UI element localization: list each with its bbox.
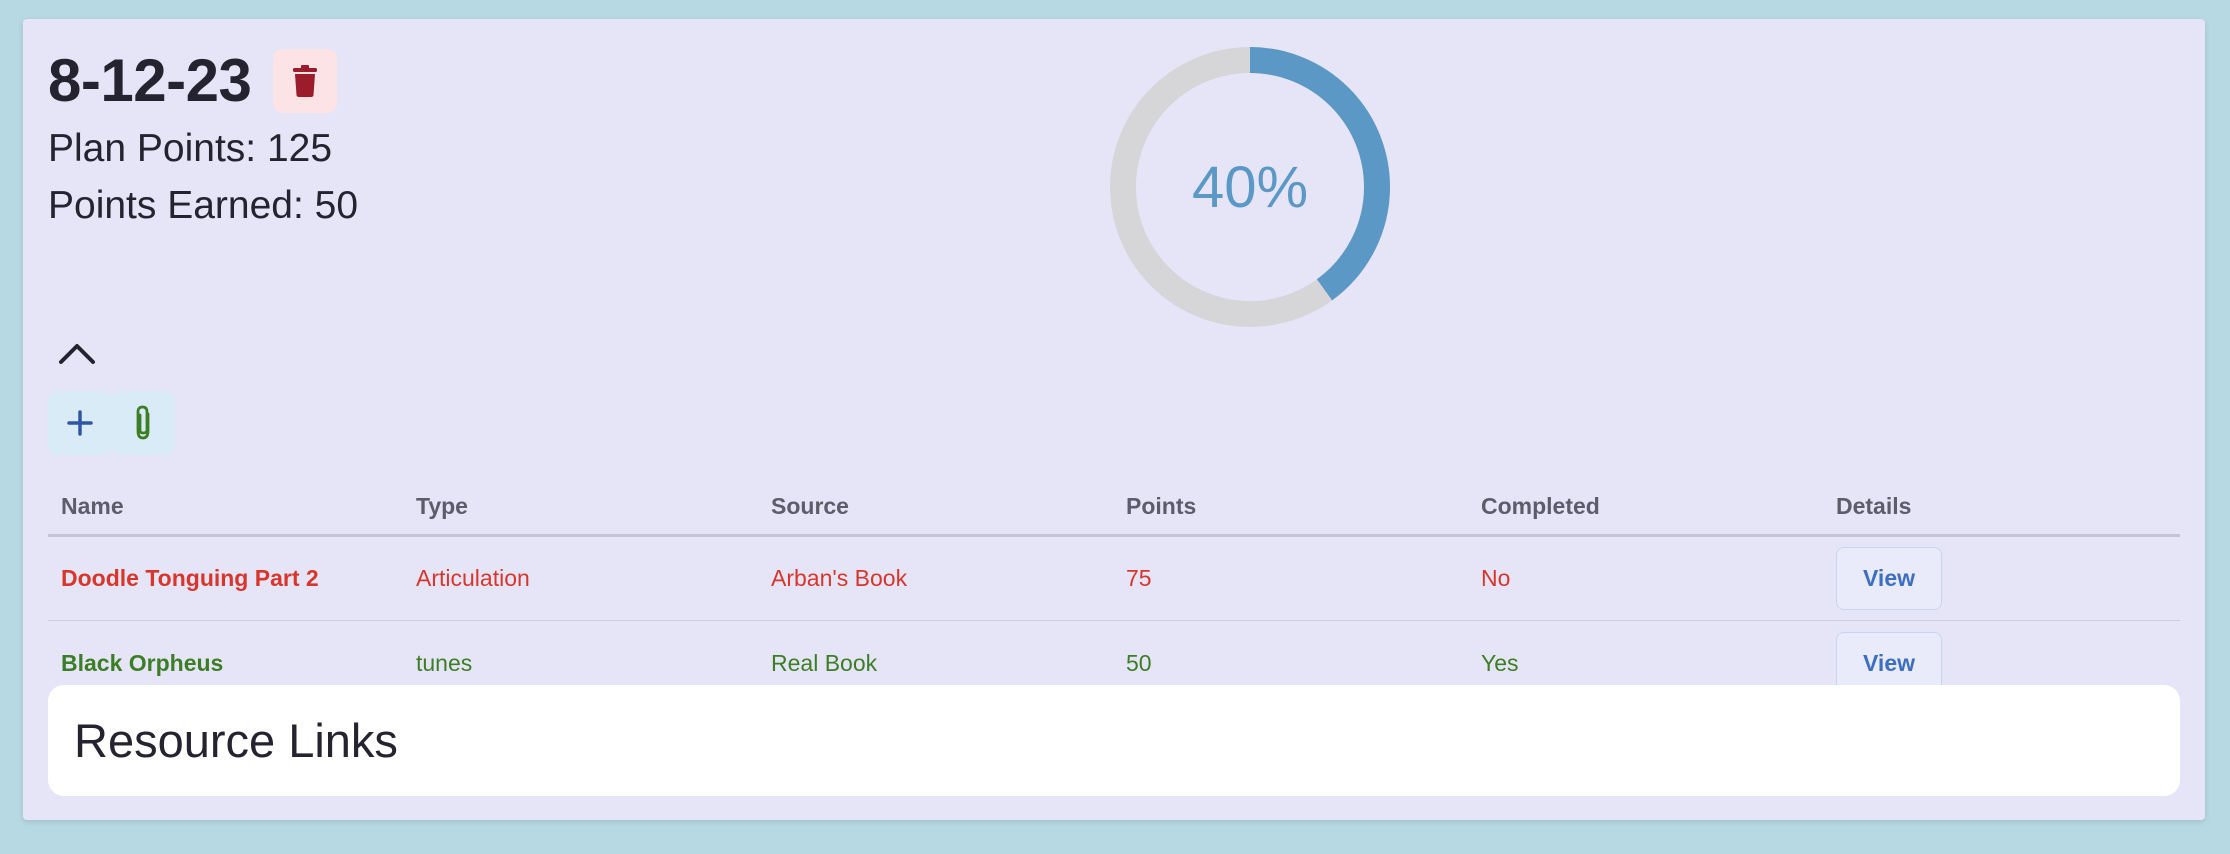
practice-items-table: Name Type Source Points Completed Detail… <box>48 479 2180 705</box>
item-name: Doodle Tonguing Part 2 <box>61 565 319 591</box>
collapse-button[interactable] <box>53 329 101 377</box>
add-item-button[interactable] <box>48 391 112 455</box>
item-points: 50 <box>1126 649 1152 676</box>
column-header-completed: Completed <box>1481 493 1600 519</box>
plan-header: 8-12-23 <box>48 47 338 114</box>
item-details: View <box>1823 547 2179 610</box>
plan-card: 8-12-23 Plan Points: 125 Points Earned: … <box>23 19 2205 820</box>
chevron-up-icon <box>59 344 95 364</box>
view-button[interactable]: View <box>1836 547 1942 610</box>
paperclip-icon <box>136 405 150 440</box>
item-source: Arban's Book <box>771 565 908 591</box>
trash-icon <box>293 65 318 97</box>
plan-title: 8-12-23 <box>48 47 252 114</box>
progress-donut: 40% <box>1105 42 1395 332</box>
column-header-type: Type <box>416 493 468 519</box>
column-header-details: Details <box>1836 493 1912 519</box>
item-completed: No <box>1481 565 1511 591</box>
item-points: 75 <box>1126 565 1152 591</box>
progress-percent-label: 40% <box>1191 154 1309 220</box>
item-name: Black Orpheus <box>61 649 224 676</box>
delete-plan-button[interactable] <box>273 49 338 113</box>
table-header-row: Name Type Source Points Completed Detail… <box>48 479 2180 537</box>
points-earned: Points Earned: 50 <box>48 184 359 227</box>
item-type: tunes <box>416 649 473 676</box>
resource-links-title: Resource Links <box>74 714 398 767</box>
column-header-points: Points <box>1126 493 1197 519</box>
column-header-name: Name <box>61 493 124 519</box>
item-completed: Yes <box>1481 649 1519 676</box>
column-header-source: Source <box>771 493 849 519</box>
plan-points: Plan Points: 125 <box>48 127 333 170</box>
table-row: Doodle Tonguing Part 2 Articulation Arba… <box>48 537 2180 621</box>
plus-icon <box>67 410 93 436</box>
attach-button[interactable] <box>111 391 175 455</box>
resource-links-panel: Resource Links <box>48 685 2180 796</box>
item-source: Real Book <box>771 649 878 676</box>
item-type: Articulation <box>416 565 530 591</box>
